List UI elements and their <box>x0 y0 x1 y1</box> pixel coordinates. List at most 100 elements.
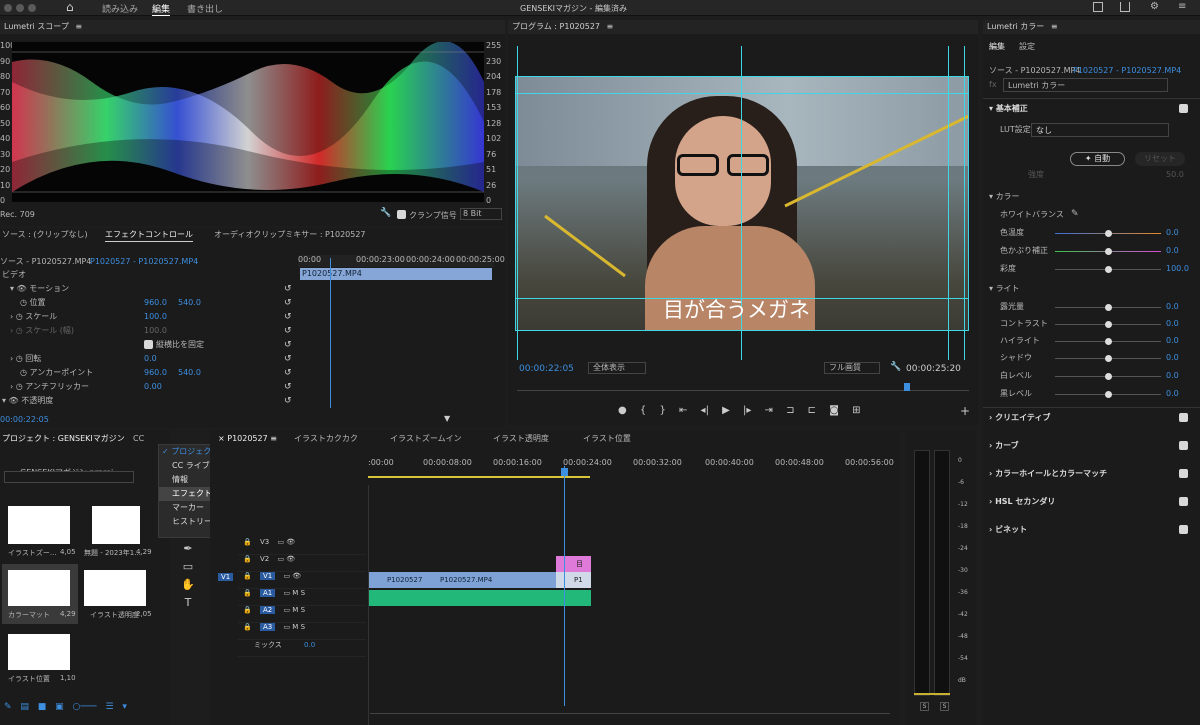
track-a1-label[interactable]: A1 <box>259 589 276 597</box>
solo-button[interactable]: S <box>301 606 305 614</box>
curves-checkbox[interactable] <box>1179 441 1188 450</box>
program-timecode[interactable]: 00:00:22:05 <box>519 364 574 374</box>
fit-select[interactable]: 全体表示 <box>588 362 646 374</box>
exposure-slider[interactable] <box>1055 304 1161 311</box>
sat-slider[interactable] <box>1055 266 1161 273</box>
audio-clip-a1[interactable] <box>369 590 591 606</box>
vignette-checkbox[interactable] <box>1179 525 1188 534</box>
tint-value[interactable]: 0.0 <box>1166 244 1179 258</box>
temp-value[interactable]: 0.0 <box>1166 226 1179 240</box>
tab-lumetri-edit[interactable]: 編集 <box>989 40 1005 54</box>
motion-header[interactable]: ▾ 👁 モーション <box>10 282 69 296</box>
creative-checkbox[interactable] <box>1179 413 1188 422</box>
type-tool-icon[interactable]: T <box>176 594 200 612</box>
tab-lumetri-settings[interactable]: 設定 <box>1019 40 1035 54</box>
close-window-button[interactable] <box>4 4 12 12</box>
tab-import[interactable]: 読み込み <box>102 2 138 15</box>
tab-audio-mixer[interactable]: オーディオクリップミキサー : P1020527 <box>214 228 366 242</box>
reset-button[interactable]: リセット <box>1135 152 1185 166</box>
clip-v1-a[interactable]: P1020527 <box>369 572 424 588</box>
program-playhead[interactable] <box>904 383 910 391</box>
timeline-playhead[interactable] <box>564 466 565 706</box>
anchor-y[interactable]: 540.0 <box>178 366 201 380</box>
wheels-header[interactable]: › カラーホイールとカラーマッチ <box>989 467 1107 481</box>
exposure-value[interactable]: 0.0 <box>1166 300 1179 314</box>
bit-depth-select[interactable]: 8 Bit <box>460 208 502 220</box>
contrast-slider[interactable] <box>1055 321 1161 328</box>
hsl-checkbox[interactable] <box>1179 497 1188 506</box>
minimize-window-button[interactable] <box>16 4 24 12</box>
clip-v1-b[interactable]: P1020527.MP4 <box>424 572 556 588</box>
exposure-knob[interactable] <box>1105 304 1112 311</box>
rectangle-tool-icon[interactable]: ▭ <box>176 558 200 576</box>
tab-seq-2[interactable]: イラストカクカク <box>294 432 358 446</box>
shadow-value[interactable]: 0.0 <box>1166 351 1179 365</box>
tab-cc[interactable]: CC <box>133 432 144 446</box>
reset-icons[interactable]: ↺ ↺ ↺ ↺ ↺ ↺ ↺ ↺ ↺ <box>284 282 294 408</box>
timeline-hscroll[interactable] <box>370 713 890 714</box>
color-header[interactable]: ▾ カラー <box>989 190 1020 204</box>
home-icon[interactable]: ⌂ <box>66 0 74 14</box>
tab-edit[interactable]: 編集 <box>152 2 171 16</box>
thumb-1[interactable] <box>8 506 70 544</box>
program-scrubber[interactable] <box>517 390 969 391</box>
black-knob[interactable] <box>1105 391 1112 398</box>
contrast-value[interactable]: 0.0 <box>1166 317 1179 331</box>
mute-button[interactable]: M <box>292 606 298 614</box>
white-slider[interactable] <box>1055 373 1161 380</box>
lut-select[interactable]: なし <box>1031 123 1169 137</box>
time-ruler[interactable]: :00:00 00:00:08:00 00:00:16:00 00:00:24:… <box>368 458 894 470</box>
effects-timecode[interactable]: 00:00:22:05 <box>0 413 49 427</box>
thumb-4[interactable] <box>84 570 146 606</box>
project-search-input[interactable] <box>4 471 134 483</box>
clip-bar[interactable]: P1020527.MP4 <box>300 268 492 280</box>
shadow-knob[interactable] <box>1105 355 1112 362</box>
tab-seq-5[interactable]: イラスト位置 <box>583 432 631 446</box>
solo-button[interactable]: S <box>301 589 305 597</box>
rotation-value[interactable]: 0.0 <box>144 352 157 366</box>
anchor-x[interactable]: 960.0 <box>144 366 167 380</box>
lumetri-sequence[interactable]: P1020527 - P1020527.MP4 <box>1073 64 1181 78</box>
solo-left-button[interactable]: S <box>920 702 929 711</box>
tab-sequence[interactable]: × P1020527 ≡ <box>218 432 277 446</box>
tab-seq-4[interactable]: イラスト透明度 <box>493 432 549 446</box>
fullscreen-icon[interactable] <box>1093 2 1103 12</box>
highlight-slider[interactable] <box>1055 338 1161 345</box>
position-x[interactable]: 960.0 <box>144 296 167 310</box>
white-knob[interactable] <box>1105 373 1112 380</box>
sat-knob[interactable] <box>1105 266 1112 273</box>
track-v1-label[interactable]: V1 <box>259 572 276 580</box>
white-value[interactable]: 0.0 <box>1166 369 1179 383</box>
tint-slider[interactable] <box>1055 248 1161 255</box>
highlight-value[interactable]: 0.0 <box>1166 334 1179 348</box>
filter-icon[interactable]: ▼ <box>444 414 450 423</box>
tools-column[interactable]: ✒ ▭ ✋ T <box>176 540 200 610</box>
highlight-knob[interactable] <box>1105 338 1112 345</box>
uniform-scale-checkbox[interactable] <box>144 340 153 349</box>
project-title[interactable]: プロジェクト : GENSEKIマガジン <box>2 432 125 446</box>
source-v1-patch[interactable]: V1 <box>218 573 234 581</box>
shadow-slider[interactable] <box>1055 355 1161 362</box>
mix-value[interactable]: 0.0 <box>304 641 315 649</box>
tint-knob[interactable] <box>1105 248 1112 255</box>
curves-header[interactable]: › カーブ <box>989 439 1019 453</box>
black-value[interactable]: 0.0 <box>1166 387 1179 401</box>
tab-source[interactable]: ソース : (クリップなし) <box>2 228 88 242</box>
opacity-header[interactable]: ▾ 👁 不透明度 <box>2 394 53 408</box>
position-y[interactable]: 540.0 <box>178 296 201 310</box>
work-area-bar[interactable] <box>368 476 590 478</box>
thumb-2[interactable] <box>92 506 140 544</box>
temp-slider[interactable] <box>1055 230 1161 237</box>
tab-export[interactable]: 書き出し <box>187 2 223 15</box>
playhead-handle[interactable] <box>561 468 568 476</box>
tab-seq-3[interactable]: イラストズームイン <box>390 432 462 446</box>
clip-v1-c[interactable]: P1 <box>556 572 591 588</box>
menu-icon[interactable]: ≡ <box>1178 1 1186 12</box>
share-icon[interactable] <box>1120 2 1130 12</box>
add-button[interactable]: + <box>960 404 970 418</box>
mute-button[interactable]: M <box>292 623 298 631</box>
track-a3-label[interactable]: A3 <box>259 623 276 631</box>
effect-select[interactable]: Lumetri カラー <box>1003 78 1168 92</box>
basic-checkbox[interactable] <box>1179 104 1188 113</box>
contrast-knob[interactable] <box>1105 321 1112 328</box>
